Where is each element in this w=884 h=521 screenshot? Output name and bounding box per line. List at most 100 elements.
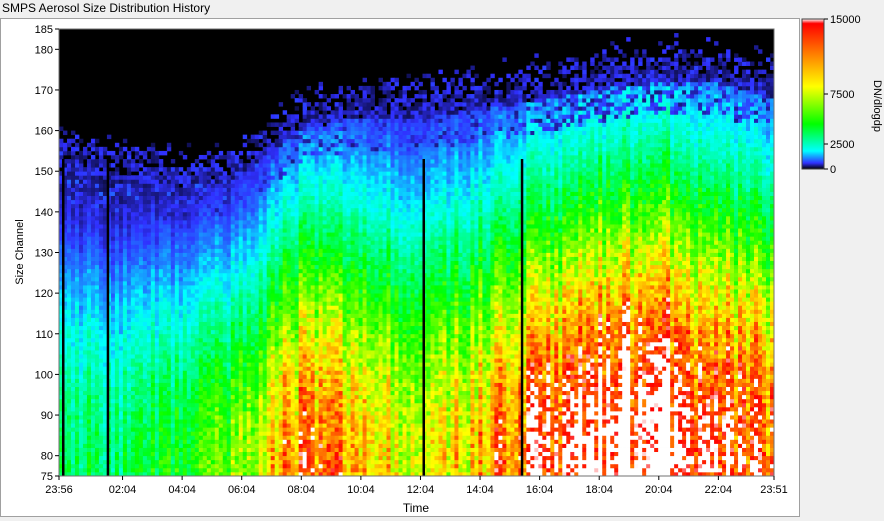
heatmap-cell — [98, 297, 104, 302]
heatmap-cell — [166, 219, 172, 225]
heatmap-cell — [158, 285, 164, 290]
heatmap-cell — [154, 195, 160, 201]
heatmap-cell — [162, 459, 168, 465]
heatmap-cell — [198, 455, 204, 461]
heatmap-cell — [210, 427, 216, 432]
heatmap-cell — [274, 122, 280, 127]
heatmap-cell — [82, 203, 88, 209]
heatmap-cell — [126, 415, 132, 420]
heatmap-cell — [78, 203, 84, 209]
heatmap-cell — [226, 224, 232, 229]
heatmap-cell — [282, 467, 288, 473]
heatmap-cell — [190, 183, 196, 188]
heatmap-cell — [126, 305, 132, 310]
heatmap-cell — [122, 272, 128, 278]
heatmap-cell — [222, 289, 228, 294]
heatmap-cell — [142, 333, 148, 339]
heatmap-cell — [250, 179, 256, 184]
heatmap-cell — [74, 252, 80, 257]
heatmap-cell — [294, 224, 300, 229]
heatmap-cell — [182, 280, 188, 286]
heatmap-cell — [130, 301, 136, 306]
heatmap-cell — [86, 195, 92, 201]
heatmap-cell — [274, 439, 280, 444]
heatmap-cell — [190, 366, 196, 371]
heatmap-cell — [274, 345, 280, 351]
heatmap-cell — [210, 386, 216, 392]
heatmap-cell — [266, 224, 272, 229]
heatmap-cell — [70, 317, 76, 322]
heatmap-cell — [162, 463, 168, 469]
heatmap-cell — [142, 341, 148, 347]
heatmap-cell — [154, 341, 160, 347]
heatmap-cell — [294, 374, 300, 379]
heatmap-cell — [270, 443, 276, 448]
heatmap-cell — [182, 329, 188, 335]
heatmap-cell — [294, 313, 300, 318]
heatmap-cell — [102, 394, 108, 400]
heatmap-cell — [86, 394, 92, 400]
heatmap-cell — [170, 459, 176, 465]
heatmap-cell — [78, 195, 84, 201]
heatmap-cell — [178, 467, 184, 473]
heatmap-cell — [218, 358, 224, 363]
heatmap-cell — [250, 435, 256, 440]
heatmap-cell — [126, 435, 132, 440]
heatmap-cell — [66, 252, 72, 257]
heatmap-cell — [138, 333, 144, 339]
heatmap-cell — [186, 309, 192, 314]
heatmap-cell — [186, 272, 192, 278]
heatmap-cell — [178, 268, 184, 274]
heatmap-cell — [66, 423, 72, 428]
heatmap-cell — [114, 248, 120, 253]
heatmap-cell — [262, 264, 268, 270]
heatmap-cell — [134, 329, 140, 335]
heatmap-cell — [194, 467, 200, 473]
heatmap-cell — [230, 451, 236, 457]
heatmap-cell — [258, 329, 264, 335]
heatmap-cell — [270, 187, 276, 192]
heatmap-cell — [298, 159, 304, 164]
heatmap-cell — [226, 248, 232, 253]
heatmap-cell — [250, 191, 256, 197]
heatmap-cell — [282, 293, 288, 298]
heatmap-cell — [274, 317, 280, 322]
heatmap-cell — [162, 337, 168, 343]
heatmap-cell — [210, 191, 216, 197]
heatmap-cell — [214, 163, 220, 168]
heatmap-cell — [298, 236, 304, 241]
heatmap-cell — [294, 370, 300, 375]
heatmap-cell — [78, 179, 84, 184]
heatmap-cell — [254, 463, 260, 469]
heatmap-cell — [78, 398, 84, 404]
heatmap-cell — [198, 467, 204, 473]
heatmap-cell — [286, 386, 292, 392]
heatmap-cell — [222, 455, 228, 461]
heatmap-cell — [182, 256, 188, 262]
heatmap-cell — [190, 345, 196, 351]
heatmap-cell — [302, 293, 308, 298]
heatmap-cell — [226, 301, 232, 306]
heatmap-cell — [214, 256, 220, 262]
heatmap-cell — [294, 447, 300, 453]
heatmap-cell — [138, 402, 144, 408]
heatmap-cell — [86, 244, 92, 249]
heatmap-cell — [290, 211, 296, 217]
heatmap-cell — [262, 195, 268, 201]
heatmap-cell — [170, 415, 176, 420]
heatmap-cell — [262, 211, 268, 217]
heatmap-cell — [254, 362, 260, 367]
heatmap-cell — [286, 354, 292, 359]
heatmap-cell — [114, 171, 120, 176]
heatmap-cell — [86, 467, 92, 473]
heatmap-cell — [138, 374, 144, 379]
heatmap-cell — [206, 309, 212, 314]
heatmap-cell — [86, 435, 92, 440]
heatmap-cell — [102, 427, 108, 432]
heatmap-cell — [266, 236, 272, 241]
heatmap-cell — [66, 228, 72, 233]
heatmap-cell — [126, 313, 132, 318]
heatmap-cell — [162, 219, 168, 225]
heatmap-cell — [134, 187, 140, 192]
heatmap-cell — [98, 463, 104, 469]
